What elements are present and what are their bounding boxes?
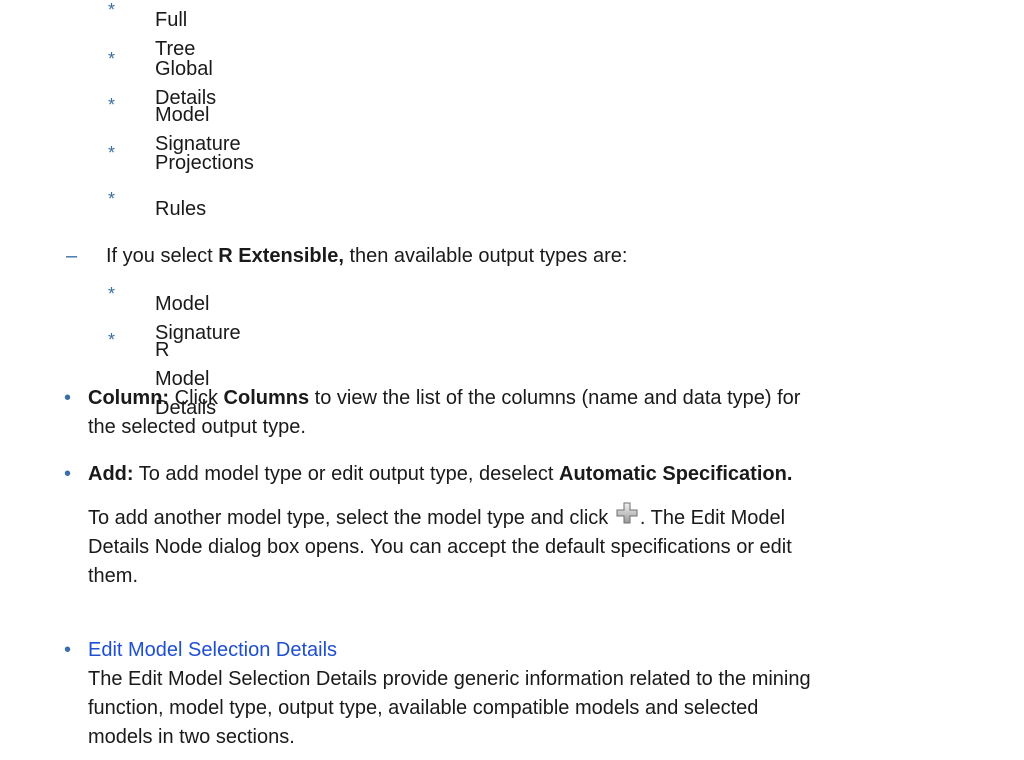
bold-term: Column: (88, 387, 170, 409)
add-paragraph: To add another model type, select the mo… (88, 502, 792, 591)
text-span: To add model type or edit output type, d… (133, 463, 560, 485)
bold-term: Add: (88, 463, 134, 485)
text-span: If you select (106, 245, 219, 267)
text-span: the selected output type. (88, 416, 306, 438)
edit-model-selection-details-link[interactable]: Edit Model Selection Details (88, 639, 337, 661)
star-marker: * (108, 0, 116, 20)
text-span: function, model type, output type, avail… (88, 697, 759, 719)
list-item-text: Edit Model Selection Details The Edit Mo… (88, 636, 811, 752)
star-marker: * (108, 189, 116, 209)
list-item-text: Projections (155, 152, 254, 174)
star-marker: * (108, 284, 116, 304)
bold-term: Automatic Specification. (559, 463, 793, 485)
text-span: The Edit Model Selection Details provide… (88, 668, 811, 690)
list-item-text: Rules (155, 198, 207, 220)
text-span: Click (169, 387, 224, 409)
list-item-text: Add: To add model type or edit output ty… (88, 460, 792, 489)
document-page: * Full Tree * Global Details * Model Sig… (0, 0, 1024, 760)
plus-icon (616, 502, 638, 524)
bullet-marker: • (64, 639, 72, 661)
star-marker: * (108, 95, 116, 115)
star-marker: * (108, 143, 116, 163)
text-span: models in two sections. (88, 726, 295, 748)
text-span: To add another model type, select the mo… (88, 507, 614, 529)
text-span: them. (88, 565, 139, 587)
bullet-marker: • (64, 463, 72, 485)
dash-marker: – (66, 245, 78, 267)
bold-term: Columns (223, 387, 310, 409)
bullet-marker: • (64, 387, 72, 409)
text-span: then available output types are: (343, 245, 628, 267)
text-span: . The Edit Model (639, 507, 786, 529)
list-item-text: If you select R Extensible, then availab… (106, 242, 627, 271)
star-marker: * (108, 330, 116, 350)
star-marker: * (108, 49, 116, 69)
list-item-text: Column: Click Columns to view the list o… (88, 384, 800, 442)
bold-term: R Extensible, (218, 245, 344, 267)
text-span: to view the list of the columns (name an… (309, 387, 801, 409)
text-span: Details Node dialog box opens. You can a… (88, 536, 792, 558)
